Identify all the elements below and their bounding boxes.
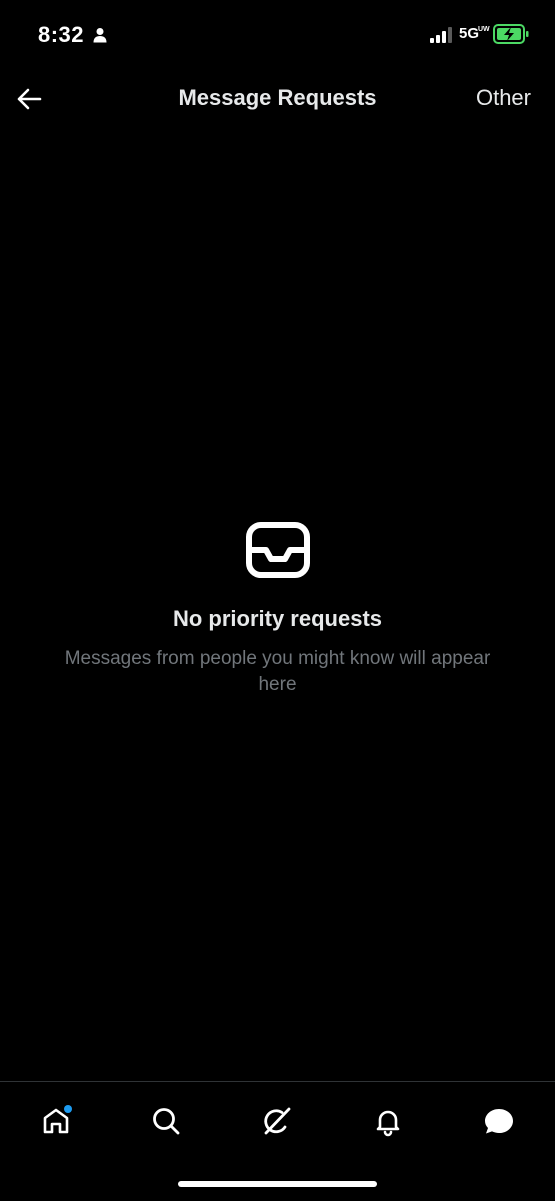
nav-notifications[interactable] [366, 1099, 410, 1143]
other-requests-tab[interactable]: Other [476, 85, 531, 111]
battery-charging-icon [493, 24, 529, 44]
nav-search[interactable] [144, 1099, 188, 1143]
person-icon [93, 28, 107, 43]
network-label: 5G [459, 25, 480, 42]
home-indicator [178, 1181, 377, 1187]
signal-icon [430, 27, 452, 43]
header: Message Requests Other [0, 70, 555, 128]
nav-messages[interactable] [477, 1099, 521, 1143]
empty-state-description: Messages from people you might know will… [64, 648, 491, 695]
grok-icon [264, 1107, 291, 1135]
inbox-icon [245, 522, 310, 578]
network-sub-label: UW [478, 26, 490, 33]
status-bar: 8:32 5G UW [0, 0, 555, 70]
nav-grok[interactable] [255, 1099, 299, 1143]
page-title: Message Requests [178, 85, 377, 110]
empty-state: No priority requests Messages from peopl… [0, 520, 555, 698]
home-unread-badge [64, 1105, 72, 1113]
status-time: 8:32 [38, 22, 85, 47]
search-icon [153, 1108, 180, 1135]
nav-home[interactable] [34, 1099, 78, 1143]
bell-icon [376, 1110, 400, 1137]
messages-icon [485, 1109, 513, 1134]
empty-state-title: No priority requests [172, 606, 383, 631]
